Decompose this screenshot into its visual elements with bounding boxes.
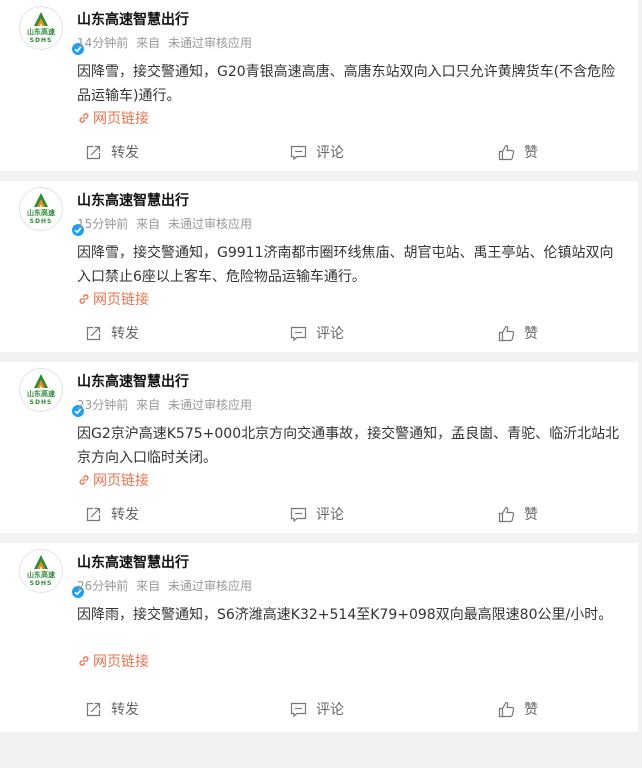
repost-label[interactable]: 转发 — [111, 323, 139, 343]
thumbs-up-icon — [498, 144, 515, 160]
comment-button[interactable]: 评论 — [290, 698, 344, 720]
avatar[interactable]: 山东高速 SDHS — [19, 368, 86, 419]
from-label: 来自 — [136, 217, 161, 231]
post-actions: 转发 评论 赞 — [0, 698, 638, 720]
repost-button[interactable]: 转发 — [85, 698, 139, 720]
account-name[interactable]: 山东高速智慧出行 — [77, 9, 189, 29]
post-source: 未通过审核应用 — [167, 36, 252, 50]
post-source: 未通过审核应用 — [167, 217, 252, 231]
link-icon — [79, 294, 89, 304]
account-name[interactable]: 山东高速智慧出行 — [77, 190, 189, 210]
comment-button[interactable]: 评论 — [290, 322, 344, 344]
avatar[interactable]: 山东高速 SDHS — [19, 187, 86, 238]
post-meta: 15分钟前 来自 未通过审核应用 — [77, 215, 256, 232]
post-source: 未通过审核应用 — [167, 398, 252, 412]
repost-label[interactable]: 转发 — [111, 699, 139, 719]
comment-label[interactable]: 评论 — [316, 142, 344, 162]
post-time[interactable]: 23分钟前 — [77, 398, 128, 412]
thumbs-up-icon — [498, 325, 515, 341]
account-name[interactable]: 山东高速智慧出行 — [77, 552, 189, 572]
sdhs-logo-icon: 山东高速 SDHS — [27, 555, 55, 587]
feed-post: 山东高速 SDHS 山东高速智慧出行 23分钟前 来自 未通过审核应用 因G2京… — [0, 362, 638, 533]
comment-icon — [290, 507, 307, 522]
web-link-label[interactable]: 网页链接 — [93, 470, 149, 490]
from-label: 来自 — [136, 398, 161, 412]
web-link[interactable]: 网页链接 — [77, 651, 149, 671]
repost-label[interactable]: 转发 — [111, 142, 139, 162]
post-time[interactable]: 14分钟前 — [77, 36, 128, 50]
repost-button[interactable]: 转发 — [85, 322, 139, 344]
comment-label[interactable]: 评论 — [316, 699, 344, 719]
post-text: 因降雪，接交警通知，G9911济南都市圈环线焦庙、胡官屯站、禹王亭站、伦镇站双向… — [77, 245, 614, 285]
thumbs-up-icon — [498, 701, 515, 717]
like-button[interactable]: 赞 — [498, 141, 538, 163]
like-label[interactable]: 赞 — [524, 699, 538, 719]
web-link-label[interactable]: 网页链接 — [93, 651, 149, 671]
like-label[interactable]: 赞 — [524, 142, 538, 162]
post-meta: 14分钟前 来自 未通过审核应用 — [77, 34, 256, 51]
post-actions: 转发 评论 赞 — [0, 322, 638, 344]
like-label[interactable]: 赞 — [524, 323, 538, 343]
post-text: 因降雪，接交警通知，G20青银高速高唐、高唐东站双向入口只允许黄牌货车(不含危险… — [77, 64, 616, 104]
repost-icon — [86, 702, 101, 716]
like-button[interactable]: 赞 — [498, 322, 538, 344]
web-link[interactable]: 网页链接 — [77, 108, 149, 128]
post-actions: 转发 评论 赞 — [0, 503, 638, 525]
web-link[interactable]: 网页链接 — [77, 470, 149, 490]
comment-icon — [290, 145, 307, 160]
svg-text:山东高速: 山东高速 — [27, 27, 55, 36]
comment-label[interactable]: 评论 — [316, 504, 344, 524]
post-meta: 26分钟前 来自 未通过审核应用 — [77, 577, 256, 594]
like-button[interactable]: 赞 — [498, 503, 538, 525]
sdhs-logo-icon: 山东高速 SDHS — [27, 193, 55, 225]
repost-button[interactable]: 转发 — [85, 503, 139, 525]
repost-button[interactable]: 转发 — [85, 141, 139, 163]
svg-text:SDHS: SDHS — [30, 580, 53, 587]
post-source: 未通过审核应用 — [167, 579, 252, 593]
thumbs-up-icon — [498, 506, 515, 522]
comment-button[interactable]: 评论 — [290, 503, 344, 525]
from-label: 来自 — [136, 36, 161, 50]
link-icon — [79, 656, 89, 666]
from-label: 来自 — [136, 579, 161, 593]
feed-post: 山东高速 SDHS 山东高速智慧出行 15分钟前 来自 未通过审核应用 因降雪，… — [0, 181, 638, 352]
post-time[interactable]: 26分钟前 — [77, 579, 128, 593]
svg-text:山东高速: 山东高速 — [27, 389, 55, 398]
sdhs-logo-icon: 山东高速 SDHS — [27, 12, 55, 44]
account-name[interactable]: 山东高速智慧出行 — [77, 371, 189, 391]
feed-post: 山东高速 SDHS 山东高速智慧出行 26分钟前 来自 未通过审核应用 因降雨，… — [0, 543, 638, 732]
web-link-label[interactable]: 网页链接 — [93, 108, 149, 128]
feed-post: 山东高速 SDHS 山东高速智慧出行 14分钟前 来自 未通过审核应用 因降雪，… — [0, 0, 638, 171]
svg-text:山东高速: 山东高速 — [27, 208, 55, 217]
svg-text:SDHS: SDHS — [30, 218, 53, 225]
like-label[interactable]: 赞 — [524, 504, 538, 524]
svg-text:SDHS: SDHS — [30, 399, 53, 406]
post-meta: 23分钟前 来自 未通过审核应用 — [77, 396, 256, 413]
comment-button[interactable]: 评论 — [290, 141, 344, 163]
post-actions: 转发 评论 赞 — [0, 141, 638, 163]
svg-text:山东高速: 山东高速 — [27, 570, 55, 579]
post-time[interactable]: 15分钟前 — [77, 217, 128, 231]
repost-icon — [86, 507, 101, 521]
like-button[interactable]: 赞 — [498, 698, 538, 720]
svg-text:SDHS: SDHS — [30, 37, 53, 44]
avatar[interactable]: 山东高速 SDHS — [19, 549, 86, 600]
link-icon — [79, 113, 89, 123]
web-link-label[interactable]: 网页链接 — [93, 289, 149, 309]
link-icon — [79, 475, 89, 485]
web-link[interactable]: 网页链接 — [77, 289, 149, 309]
feed: 山东高速 SDHS 山东高速智慧出行 14分钟前 来自 未通过审核应用 因降雪，… — [0, 0, 642, 732]
comment-icon — [290, 326, 307, 341]
comment-label[interactable]: 评论 — [316, 323, 344, 343]
post-text: 因G2京沪高速K575+000北京方向交通事故，接交警通知，孟良崮、青驼、临沂北… — [77, 426, 620, 466]
post-text: 因降雨，接交警通知，S6济潍高速K32+514至K79+098双向最高限速80公… — [77, 607, 613, 623]
sdhs-logo-icon: 山东高速 SDHS — [27, 374, 55, 406]
repost-icon — [86, 326, 101, 340]
repost-label[interactable]: 转发 — [111, 504, 139, 524]
avatar[interactable]: 山东高速 SDHS — [19, 6, 86, 57]
comment-icon — [290, 702, 307, 717]
repost-icon — [86, 145, 101, 159]
